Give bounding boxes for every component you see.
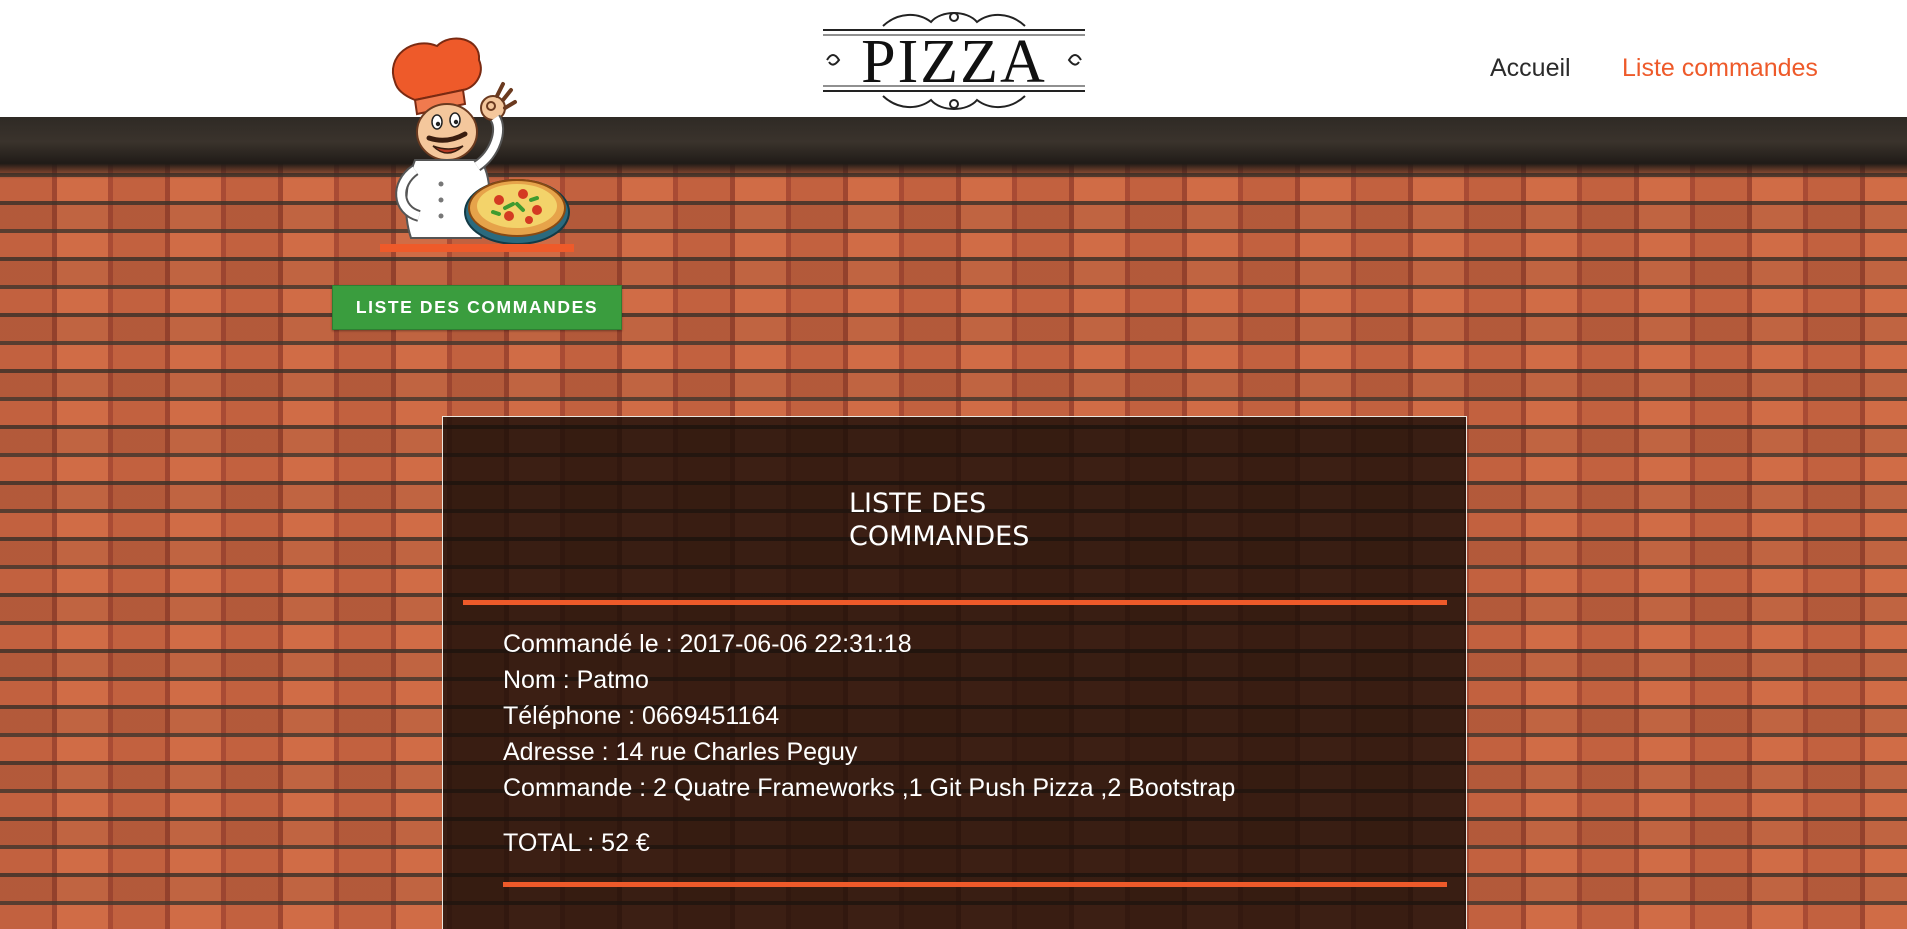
panel-title: LISTE DES COMMANDES — [849, 487, 1069, 553]
orders-panel: LISTE DES COMMANDES Commandé le : 2017-0… — [442, 416, 1467, 929]
order-total: TOTAL : 52 € — [503, 829, 650, 857]
panel-title-line2: COMMANDES — [849, 521, 1030, 552]
logo-text: PIZZA — [861, 28, 1047, 96]
liste-des-commandes-button[interactable]: LISTE DES COMMANDES — [332, 285, 622, 330]
nav-link-accueil[interactable]: Accueil — [1490, 54, 1571, 83]
order-name: Nom : Patmo — [503, 666, 649, 694]
panel-title-line1: LISTE DES — [849, 488, 987, 519]
order-address: Adresse : 14 rue Charles Peguy — [503, 738, 858, 766]
order-items: Commande : 2 Quatre Frameworks ,1 Git Pu… — [503, 774, 1236, 802]
site-header: PIZZA Accueil Liste commandes — [0, 0, 1907, 117]
order-date: Commandé le : 2017-06-06 22:31:18 — [503, 630, 912, 658]
pizza-logo-icon[interactable]: PIZZA — [823, 8, 1085, 112]
order-divider — [503, 882, 1447, 887]
chef-underline — [380, 244, 574, 252]
panel-divider — [463, 600, 1447, 605]
order-phone: Téléphone : 0669451164 — [503, 702, 780, 730]
wooden-beam — [0, 117, 1907, 179]
chef-mascot-icon — [392, 37, 570, 245]
nav-link-liste-commandes[interactable]: Liste commandes — [1622, 54, 1818, 83]
